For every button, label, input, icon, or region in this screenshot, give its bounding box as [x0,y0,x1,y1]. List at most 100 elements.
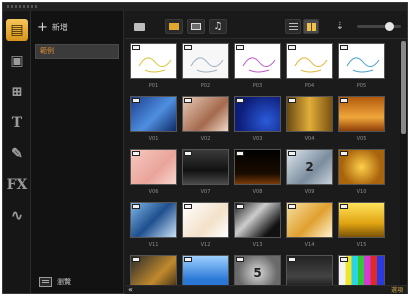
photo-icon [191,23,201,30]
thumbnail-caption: V06 [148,189,159,195]
options-button[interactable]: 選項 [391,286,403,295]
folder-icon[interactable] [131,19,147,34]
film-icon [169,23,179,30]
show-audio-button[interactable]: ♫ [209,19,227,34]
media-thumbnail[interactable]: V08 [232,149,283,195]
media-thumbnail[interactable]: V16 [128,255,179,287]
thumbnail-image [130,255,177,287]
media-type-badge-icon [184,98,192,103]
media-type-badge-icon [288,204,296,209]
thumbnail-image [234,202,281,238]
thumbnail-caption: P01 [148,83,159,89]
media-thumbnail[interactable]: V06 [128,149,179,195]
media-thumbnail[interactable]: P04 [284,43,335,89]
media-thumbnail[interactable]: V01 [128,96,179,142]
scrollbar-thumb[interactable] [401,41,406,134]
graphic-icon[interactable]: ✎ [6,143,28,165]
thumbnail-caption: P04 [304,83,315,89]
media-library-icon[interactable]: ▤ [6,19,28,41]
media-thumbnail[interactable]: V02 [180,96,231,142]
media-thumbnail[interactable]: P01 [128,43,179,89]
sort-button[interactable]: ⇣ [333,19,347,34]
library-category-bar: ▤ ▣ ⊞ T ✎ FX ∿ [3,11,31,293]
add-folder-button[interactable]: + 新增 [37,21,68,34]
show-video-button[interactable] [165,19,183,34]
media-type-badge-icon [288,98,296,103]
media-thumbnail[interactable]: V20 [336,255,387,287]
media-thumbnail[interactable]: V10 [336,149,387,195]
thumbnail-caption: V15 [356,242,367,248]
instant-project-icon[interactable]: ▣ [6,50,28,72]
media-type-badge-icon [340,257,348,262]
transition-icon[interactable]: ⊞ [6,81,28,103]
media-type-badge-icon [340,151,348,156]
add-label: 新增 [51,23,68,32]
media-type-badge-icon [236,151,244,156]
slider-knob[interactable] [384,22,394,31]
thumbnail-image [338,202,385,238]
media-thumbnail[interactable]: V05 [336,96,387,142]
thumbnail-caption: V09 [304,189,315,195]
thumbnail-image [286,96,333,132]
thumbnail-number: 2 [305,160,314,174]
media-thumbnail[interactable]: V14 [284,202,335,248]
media-thumbnail[interactable]: V04 [284,96,335,142]
title-icon[interactable]: T [6,112,28,134]
browse-icon [39,277,52,287]
library-navigation-panel: + 新增 範例 瀏覽 [31,11,124,293]
sort-icon: ⇣ [335,21,345,32]
media-type-badge-icon [340,204,348,209]
media-thumbnail[interactable]: P05 [336,43,387,89]
library-folder-samples[interactable]: 範例 [35,44,119,59]
thumbnail-image: 2 [286,149,333,185]
plus-icon: + [37,20,48,35]
filter-icon[interactable]: FX [6,174,28,196]
collapse-button[interactable]: « [128,285,133,294]
thumbnail-image [234,149,281,185]
thumbnail-view-button[interactable] [303,19,319,34]
media-thumbnail[interactable]: P02 [180,43,231,89]
thumbnail-image [338,43,385,79]
thumbnail-image [338,149,385,185]
media-thumbnail[interactable]: V13 [232,202,283,248]
media-type-badge-icon [236,98,244,103]
media-thumbnail[interactable]: 2 V09 [284,149,335,195]
browse-button[interactable]: 瀏覽 [39,277,71,287]
media-thumbnail[interactable]: V11 [128,202,179,248]
music-note-icon: ♫ [213,21,223,32]
thumbnail-size-slider[interactable] [357,22,401,31]
media-thumbnail[interactable]: V17 [180,255,231,287]
media-thumbnail[interactable]: 5V18 [232,255,283,287]
browse-label: 瀏覽 [57,278,71,286]
media-type-badge-icon [236,45,244,50]
path-icon[interactable]: ∿ [6,205,28,227]
media-thumbnail[interactable]: V19 [284,255,335,287]
thumbnail-caption: V01 [148,136,159,142]
media-type-badge-icon [288,45,296,50]
thumbnail-image [338,255,385,287]
media-type-badge-icon [132,45,140,50]
media-thumbnail[interactable]: V03 [232,96,283,142]
grip-handle[interactable] [7,5,37,8]
list-view-button[interactable] [285,19,301,34]
thumbnail-image [182,255,229,287]
media-thumbnail[interactable]: V12 [180,202,231,248]
media-thumbnail[interactable]: V15 [336,202,387,248]
window-titlebar[interactable] [3,3,407,11]
media-type-badge-icon [132,204,140,209]
thumbnail-image [286,202,333,238]
media-type-badge-icon [340,98,348,103]
thumbnail-image [286,255,333,287]
media-thumbnail[interactable]: V07 [180,149,231,195]
thumbnail-image [130,43,177,79]
thumbnail-image [182,43,229,79]
show-photo-button[interactable] [187,19,205,34]
library-window: ▤ ▣ ⊞ T ✎ FX ∿ + 新增 範例 瀏覽 ♫ ⇣ P01 P02 P03 P04 P05 V… [2,2,408,294]
vertical-scrollbar[interactable] [400,41,407,285]
thumbnail-image [130,149,177,185]
media-type-badge-icon [132,98,140,103]
media-thumbnail[interactable]: P03 [232,43,283,89]
thumbnail-caption: V04 [304,136,315,142]
media-type-badge-icon [184,257,192,262]
media-type-badge-icon [236,204,244,209]
